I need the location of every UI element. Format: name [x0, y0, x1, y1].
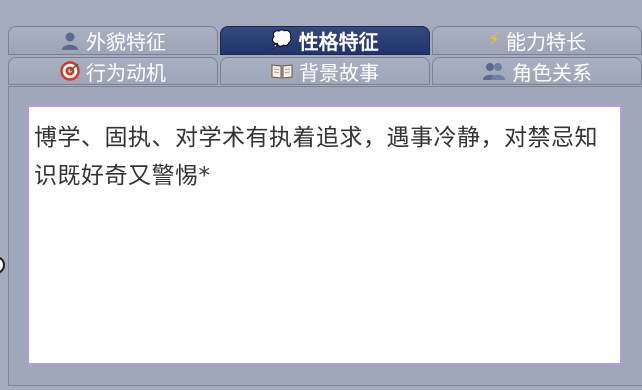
- tab-appearance[interactable]: 外貌特征: [8, 26, 218, 55]
- tab-label: 角色关系: [512, 60, 592, 85]
- tab-relationships[interactable]: 角色关系: [432, 57, 642, 85]
- thought-bubble-icon: 💭: [271, 30, 293, 50]
- personality-panel: 博学、固执、对学术有执着追求，遇事冷静，对禁忌知识既好奇又警惕*: [8, 86, 642, 386]
- tab-label: 行为动机: [86, 60, 166, 85]
- target-icon: [60, 61, 80, 81]
- open-book-icon: [271, 62, 293, 80]
- tab-label: 能力特长: [505, 30, 586, 54]
- tab-label: 性格特征: [298, 30, 379, 54]
- tab-personality[interactable]: 💭 性格特征: [220, 26, 430, 55]
- person-silhouette-icon: [60, 31, 80, 51]
- tab-abilities[interactable]: ⚡ 能力特长: [432, 26, 642, 55]
- two-people-icon: [482, 61, 506, 81]
- tab-row-2: 行为动机 背景故事 角色关系: [8, 57, 642, 85]
- tab-motivation[interactable]: 行为动机: [8, 57, 218, 85]
- radio-indicator[interactable]: [0, 256, 5, 274]
- tab-background[interactable]: 背景故事: [220, 57, 430, 85]
- lightning-icon: ⚡: [488, 30, 500, 50]
- tab-row-1: 外貌特征 💭 性格特征 ⚡ 能力特长: [8, 26, 642, 55]
- tab-label: 背景故事: [299, 60, 379, 85]
- personality-text-input[interactable]: 博学、固执、对学术有执着追求，遇事冷静，对禁忌知识既好奇又警惕*: [27, 105, 622, 365]
- tab-label: 外貌特征: [86, 30, 166, 54]
